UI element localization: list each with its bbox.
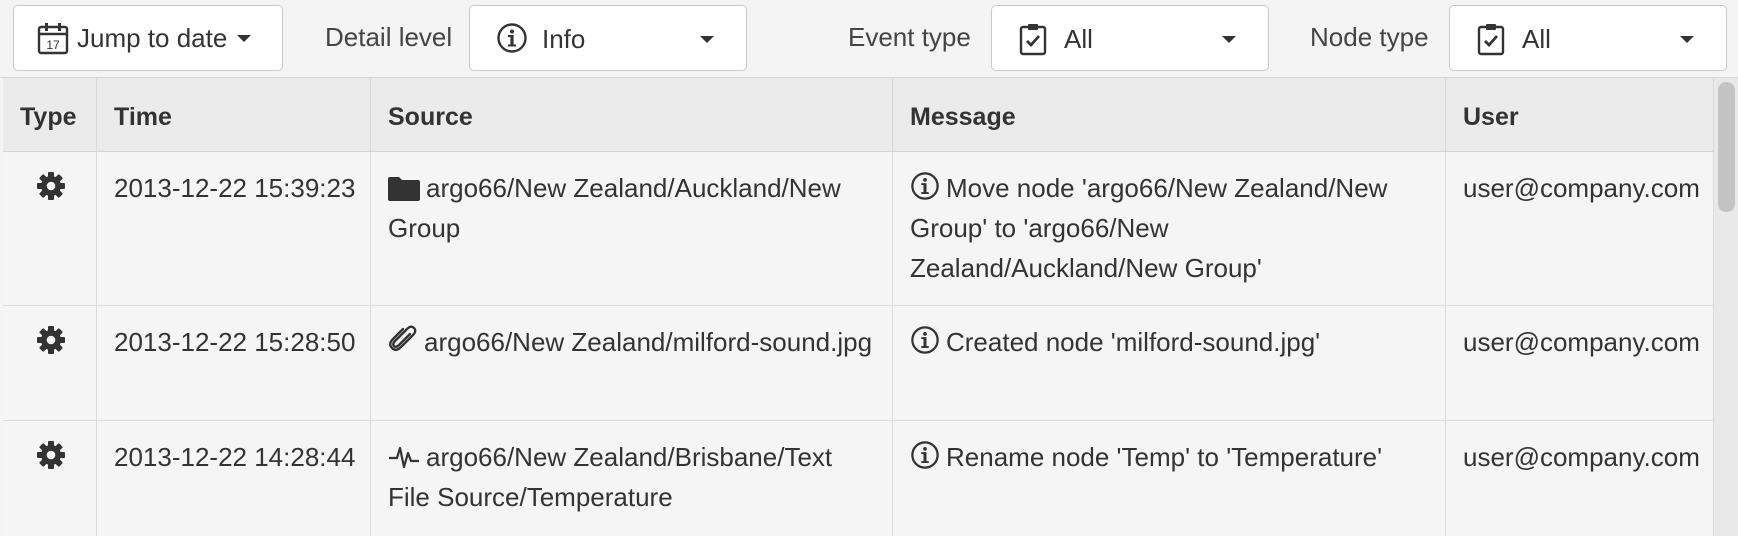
source-path: argo66/New Zealand/milford-sound.jpg [424, 327, 873, 357]
detail-level-value: Info [542, 24, 586, 54]
source-cell: argo66/New Zealand/Brisbane/Text File So… [371, 421, 893, 536]
jump-to-date-button[interactable]: 17 Jump to date [13, 5, 283, 71]
column-header-source[interactable]: Source [371, 78, 893, 151]
source-cell: argo66/New Zealand/Auckland/New Group [371, 152, 893, 305]
table-row[interactable]: 2013-12-22 15:28:50 argo66/New Zealand/m… [3, 306, 1713, 421]
node-type-select[interactable]: All [1449, 5, 1727, 71]
node-type-label: Node type [1310, 22, 1429, 52]
detail-level-select[interactable]: Info [469, 5, 747, 71]
calendar-icon: 17 [37, 23, 69, 55]
info-icon [497, 23, 527, 53]
message-cell: Rename node 'Temp' to 'Temperature' [893, 421, 1446, 536]
column-header-type[interactable]: Type [3, 78, 97, 151]
info-icon [911, 441, 939, 469]
paperclip-icon [389, 325, 417, 351]
event-type-select[interactable]: All [991, 5, 1269, 71]
gear-icon [37, 326, 65, 354]
gear-icon [37, 172, 65, 200]
column-header-message[interactable]: Message [893, 78, 1446, 151]
pulse-icon [389, 446, 419, 469]
column-header-time[interactable]: Time [97, 78, 371, 151]
source-path: argo66/New Zealand/Brisbane/Text File So… [388, 442, 833, 512]
info-icon [911, 326, 939, 354]
folder-icon [388, 177, 420, 201]
time-cell: 2013-12-22 15:28:50 [97, 306, 371, 420]
user-cell: user@company.com [1463, 442, 1700, 472]
user-cell: user@company.com [1463, 327, 1700, 357]
detail-level-label: Detail level [325, 22, 453, 52]
chevron-down-icon [1680, 36, 1694, 43]
chevron-down-icon [1222, 36, 1236, 43]
message-text: Rename node 'Temp' to 'Temperature' [946, 442, 1383, 472]
time-cell: 2013-12-22 14:28:44 [97, 421, 371, 536]
time-cell: 2013-12-22 15:39:23 [97, 152, 371, 305]
type-cell [3, 421, 97, 536]
table-row[interactable]: 2013-12-22 15:39:23 argo66/New Zealand/A… [3, 152, 1713, 306]
event-type-value: All [1064, 24, 1093, 54]
message-text: Created node 'milford-sound.jpg' [946, 327, 1321, 357]
gear-icon [37, 441, 65, 469]
scrollbar-thumb[interactable] [1718, 82, 1735, 212]
source-path: argo66/New Zealand/Auckland/New Group [388, 173, 841, 243]
chevron-down-icon [700, 36, 714, 43]
clipboard-check-icon [1477, 24, 1505, 56]
message-text: Move node 'argo66/New Zealand/New Group'… [910, 173, 1388, 283]
message-cell: Created node 'milford-sound.jpg' [893, 306, 1446, 420]
jump-to-date-label: Jump to date [77, 22, 228, 53]
type-cell [3, 152, 97, 305]
table-header-row: Type Time Source Message User [3, 78, 1713, 152]
vertical-scrollbar[interactable] [1713, 78, 1738, 536]
info-icon [911, 172, 939, 200]
user-cell: user@company.com [1463, 173, 1700, 203]
column-header-user[interactable]: User [1446, 78, 1713, 151]
toolbar: 17 Jump to date Detail level Info Event … [0, 0, 1738, 78]
source-cell: argo66/New Zealand/milford-sound.jpg [371, 306, 893, 420]
type-cell [3, 306, 97, 420]
event-log-table: Type Time Source Message User 2013-12-22… [3, 78, 1713, 536]
message-cell: Move node 'argo66/New Zealand/New Group'… [893, 152, 1446, 305]
clipboard-check-icon [1019, 24, 1047, 56]
svg-text:17: 17 [46, 38, 60, 52]
table-row[interactable]: 2013-12-22 14:28:44 argo66/New Zealand/B… [3, 421, 1713, 536]
chevron-down-icon [237, 34, 252, 42]
event-type-label: Event type [848, 22, 971, 52]
node-type-value: All [1522, 24, 1551, 54]
